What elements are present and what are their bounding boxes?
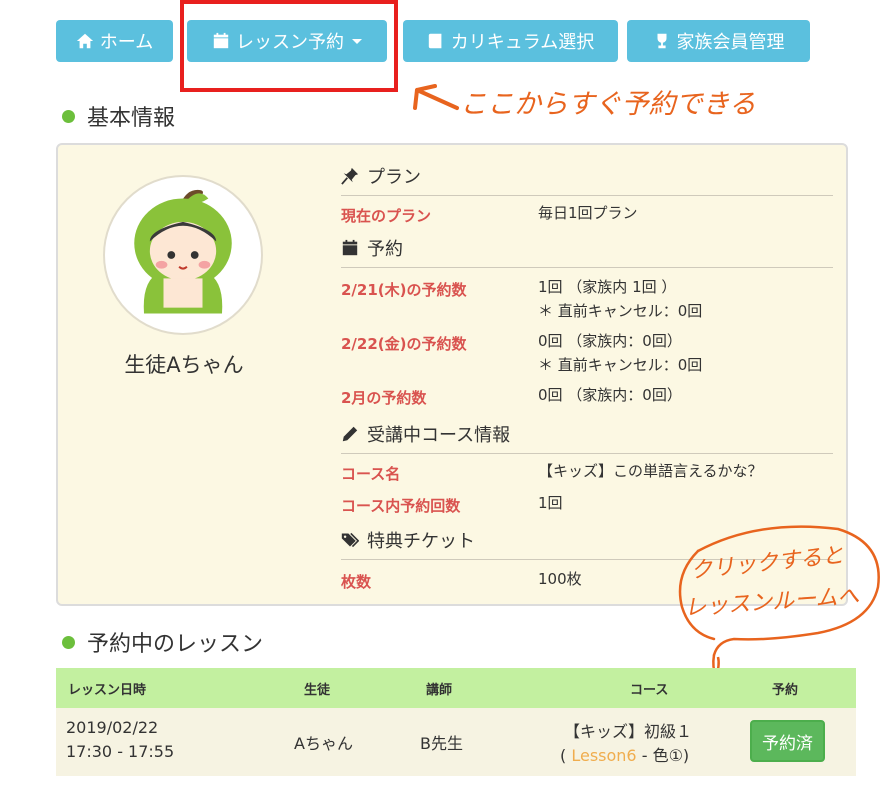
calendar-icon	[342, 239, 358, 256]
plan-header: プラン	[341, 163, 833, 196]
course-count-label: コース内予約回数	[341, 497, 461, 515]
basic-info-title: 基本情報	[62, 100, 175, 132]
reservation-header: 予約	[341, 235, 833, 268]
col-teacher: 講師	[426, 682, 453, 698]
reservation-label-1: 2/22(金)の予約数	[341, 335, 467, 353]
nav-curriculum-label: カリキュラム選択	[450, 32, 595, 53]
reservation-value-1-line1: 0回 （家族内：0回）	[538, 332, 682, 350]
ticket-count-value: 100枚	[538, 570, 582, 588]
lessons-title: 予約中のレッスン	[62, 626, 263, 658]
nav-home-button[interactable]: ホーム	[56, 20, 173, 62]
book-icon	[428, 33, 442, 49]
lesson-date: 2019/02/22	[66, 718, 159, 737]
nav-family-label: 家族会員管理	[676, 32, 785, 53]
course-header: 受講中コース情報	[341, 421, 833, 454]
reservation-label-2: 2月の予約数	[341, 389, 427, 407]
tags-icon	[341, 532, 359, 548]
current-plan-label: 現在のプラン	[341, 207, 432, 225]
lessons-title-text: 予約中のレッスン	[87, 632, 264, 657]
home-icon	[76, 33, 93, 49]
course-name-value: 【キッズ】この単語言えるかな？	[538, 462, 763, 480]
bullet-icon	[62, 109, 75, 123]
lesson-course-name: 【キッズ】初級１	[564, 722, 693, 741]
col-course: コース	[630, 682, 669, 698]
ticket-header-text: 特典チケット	[367, 531, 475, 552]
avatar-icon	[134, 189, 232, 314]
lesson-student: Aちゃん	[294, 734, 353, 753]
reserved-button-label: 予約済	[762, 733, 813, 754]
reserve-hint-annotation: ここからすぐ予約できる	[460, 89, 756, 120]
ticket-count-label: 枚数	[341, 573, 372, 591]
avatar	[103, 175, 263, 335]
paren-open: (	[560, 746, 567, 765]
course-header-text: 受講中コース情報	[367, 425, 511, 446]
course-count-value: 1回	[538, 494, 563, 512]
reserved-button[interactable]: 予約済	[750, 720, 825, 762]
reservation-header-text: 予約	[367, 239, 403, 260]
basic-info-title-text: 基本情報	[87, 106, 176, 131]
current-plan-value: 毎日1回プラン	[538, 204, 638, 222]
col-datetime: レッスン日時	[68, 682, 147, 698]
lesson-teacher: B先生	[420, 734, 463, 753]
lesson-link[interactable]: Lesson6	[571, 746, 636, 765]
reservation-value-0-line2: ＊ 直前キャンセル：0回	[538, 302, 703, 320]
nav-curriculum-button[interactable]: カリキュラム選択	[403, 20, 618, 62]
col-student: 生徒	[304, 682, 331, 698]
bullet-icon	[62, 635, 75, 649]
reservation-value-2-line1: 0回 （家族内：0回）	[538, 386, 682, 404]
lesson-time: 17:30 - 17:55	[66, 742, 175, 761]
student-name: 生徒Aちゃん	[124, 353, 244, 377]
reservation-value-0-line1: 1回 （家族内 1回 ）	[538, 278, 677, 296]
table-header: レッスン日時 生徒 講師 コース 予約	[56, 668, 856, 708]
trophy-icon	[657, 33, 666, 49]
nav-family-button[interactable]: 家族会員管理	[627, 20, 810, 62]
lesson-course-detail: ( Lesson6 - 色①)	[560, 742, 689, 766]
highlight-box	[180, 0, 398, 92]
course-name-label: コース名	[341, 465, 401, 483]
lesson-detail-rest: - 色①)	[641, 746, 690, 765]
pencil-icon	[342, 426, 358, 442]
reservation-label-0: 2/21(木)の予約数	[341, 281, 467, 299]
plan-header-text: プラン	[367, 167, 421, 188]
arrow-icon	[413, 84, 459, 110]
col-status: 予約	[772, 682, 799, 698]
reservation-value-1-line2: ＊ 直前キャンセル：0回	[538, 356, 703, 374]
nav-home-label: ホーム	[99, 32, 154, 53]
table-row: 2019/02/22 17:30 - 17:55 Aちゃん B先生 【キッズ】初…	[56, 708, 856, 776]
pin-icon	[341, 167, 359, 185]
